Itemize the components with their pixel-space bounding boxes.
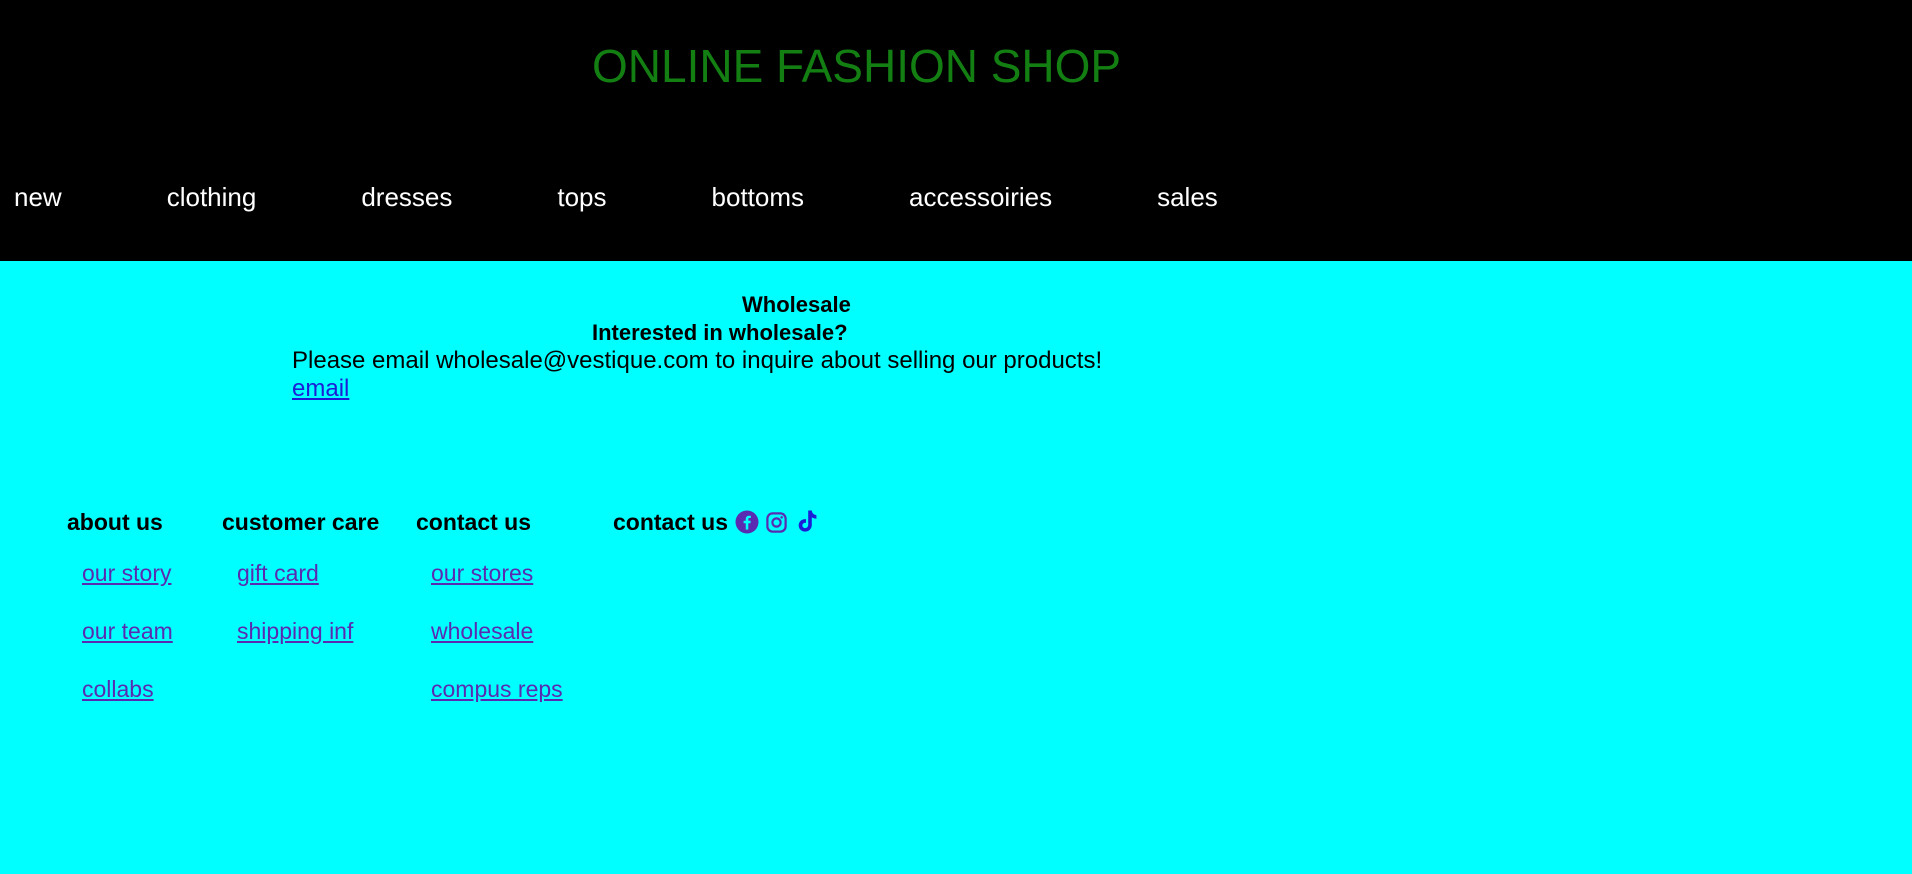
site-header: ONLINE FASHION SHOP new clothing dresses… <box>0 0 1912 261</box>
instagram-icon[interactable] <box>764 510 789 535</box>
wholesale-title: Wholesale <box>742 292 851 317</box>
footer-heading-contact: contact us <box>416 509 532 535</box>
wholesale-subtitle: Interested in wholesale? <box>592 320 848 345</box>
facebook-icon[interactable] <box>734 510 759 535</box>
footer-link-wholesale[interactable]: wholesale <box>431 618 533 645</box>
nav-item-new[interactable]: new <box>14 180 62 214</box>
footer-heading-social: contact us <box>613 507 819 537</box>
footer-col-social: contact us <box>613 507 819 537</box>
footer-link-compus-reps[interactable]: compus reps <box>431 676 563 703</box>
footer-col-customer-care: customer care gift card shipping inf <box>222 507 379 660</box>
shop-title: ONLINE FASHION SHOP <box>592 40 1122 92</box>
footer-col-contact: contact us our stores wholesale compus r… <box>416 507 563 718</box>
footer-link-gift-card[interactable]: gift card <box>237 560 319 587</box>
nav-item-dresses[interactable]: dresses <box>361 180 452 214</box>
nav-item-tops[interactable]: tops <box>557 180 606 214</box>
nav-item-clothing[interactable]: clothing <box>167 180 257 214</box>
footer-link-our-team[interactable]: our team <box>82 618 173 645</box>
wholesale-text: Please email wholesale@vestique.com to i… <box>292 347 1103 374</box>
main-nav: new clothing dresses tops bottoms access… <box>14 180 1218 214</box>
footer-heading-customer-care: customer care <box>222 509 380 535</box>
footer-link-our-story[interactable]: our story <box>82 560 171 587</box>
footer-link-shipping-inf[interactable]: shipping inf <box>237 618 353 645</box>
email-link[interactable]: email <box>292 375 349 403</box>
nav-item-accessoiries[interactable]: accessoiries <box>909 180 1052 214</box>
social-icons <box>734 510 819 535</box>
nav-item-sales[interactable]: sales <box>1157 180 1218 214</box>
nav-item-bottoms[interactable]: bottoms <box>712 180 805 214</box>
footer-heading-about: about us <box>67 509 163 535</box>
tiktok-icon[interactable] <box>794 510 819 535</box>
footer-col-about: about us our story our team collabs <box>67 507 173 718</box>
social-heading-label: contact us <box>613 509 729 535</box>
footer-link-collabs[interactable]: collabs <box>82 676 154 703</box>
footer-link-our-stores[interactable]: our stores <box>431 560 533 587</box>
